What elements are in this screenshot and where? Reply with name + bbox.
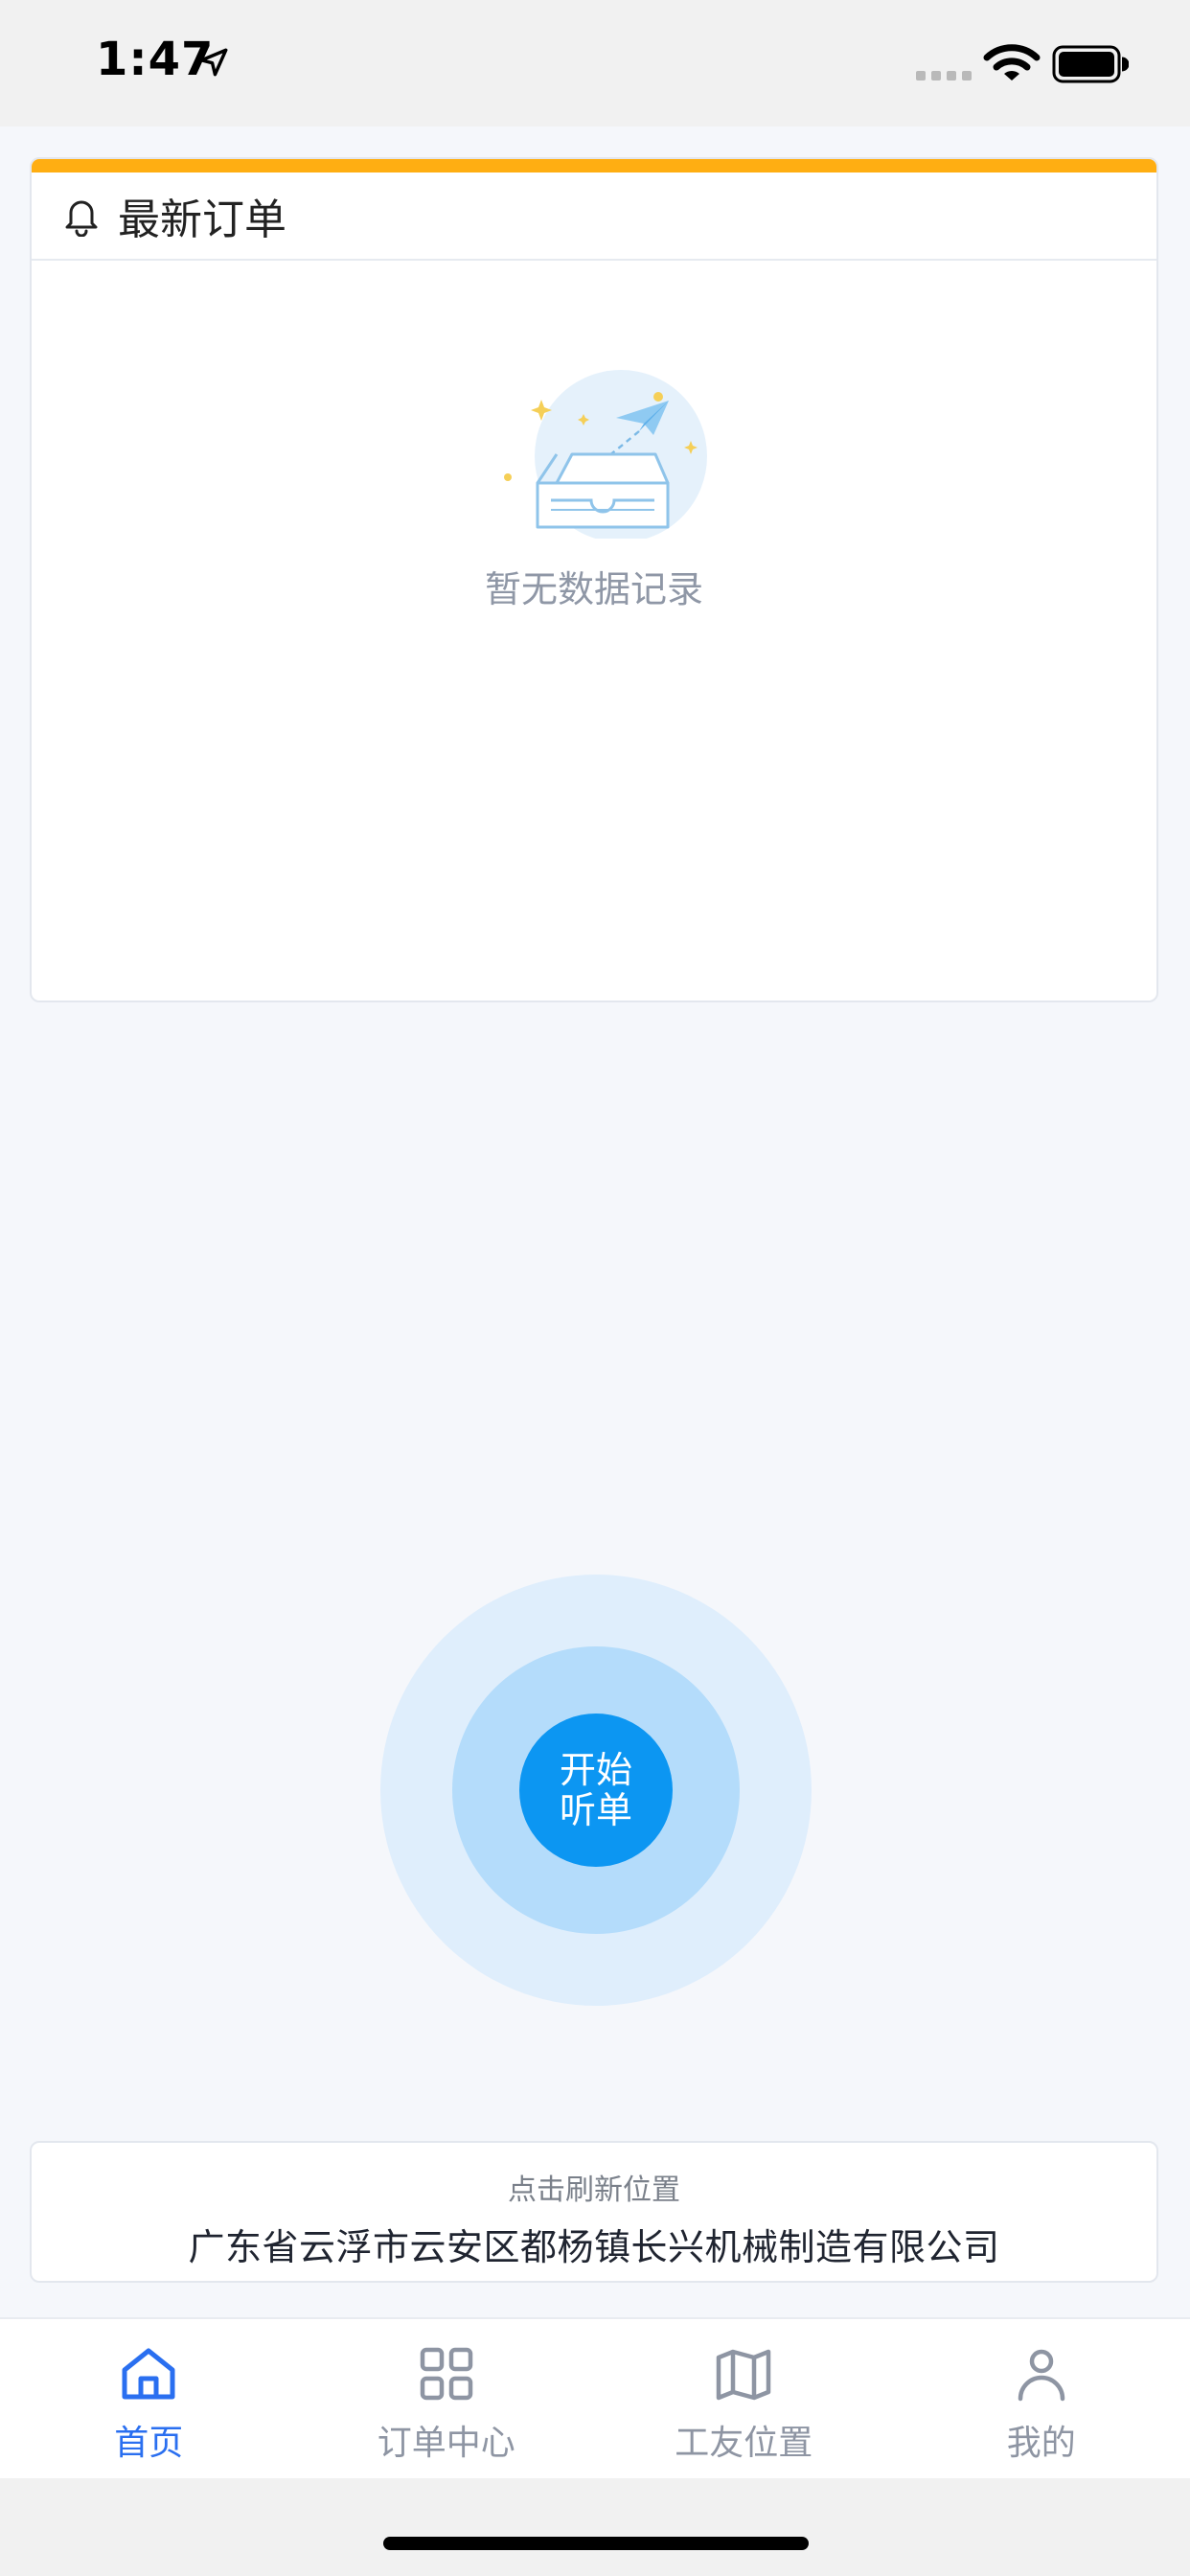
tab-worker-location[interactable]: 工友位置 bbox=[595, 2319, 893, 2478]
refresh-location-card[interactable]: 点击刷新位置 广东省云浮市云安区都杨镇长兴机械制造有限公司 bbox=[30, 2141, 1158, 2283]
orders-header: 最新订单 bbox=[32, 172, 1156, 261]
tab-order-center[interactable]: 订单中心 bbox=[298, 2319, 596, 2478]
grid-icon bbox=[420, 2347, 472, 2401]
refresh-location-hint: 点击刷新位置 bbox=[508, 2174, 680, 2207]
tab-label: 首页 bbox=[114, 2424, 184, 2463]
tab-label: 订单中心 bbox=[377, 2424, 515, 2463]
status-bar: 1:47 bbox=[0, 0, 1190, 126]
user-icon bbox=[1018, 2349, 1064, 2402]
location-arrow-icon bbox=[199, 48, 228, 77]
home-indicator[interactable] bbox=[383, 2537, 809, 2550]
wifi-icon bbox=[983, 44, 1041, 80]
card-accent-bar bbox=[32, 159, 1156, 172]
map-icon bbox=[717, 2349, 771, 2401]
empty-state-text: 暂无数据记录 bbox=[484, 568, 703, 610]
status-time: 1:47 bbox=[96, 33, 215, 86]
battery-icon bbox=[1052, 45, 1129, 83]
home-icon bbox=[122, 2348, 175, 2400]
start-listening-button[interactable]: 开始 听单 bbox=[519, 1714, 673, 1867]
tab-mine[interactable]: 我的 bbox=[893, 2319, 1190, 2478]
listen-button-line2: 听单 bbox=[559, 1789, 632, 1831]
latest-orders-card: 最新订单 暂无数据记录 bbox=[30, 157, 1158, 1002]
tab-label: 我的 bbox=[1006, 2424, 1076, 2463]
bottom-tab-bar: 首页 订单中心 工友位置 我的 bbox=[0, 2317, 1190, 2478]
current-address: 广东省云浮市云安区都杨镇长兴机械制造有限公司 bbox=[188, 2226, 1000, 2268]
bell-icon bbox=[65, 200, 98, 237]
signal-dots-icon bbox=[916, 71, 972, 80]
empty-box-illustration bbox=[504, 370, 707, 539]
tab-home[interactable]: 首页 bbox=[0, 2319, 298, 2478]
listen-button-line1: 开始 bbox=[559, 1749, 632, 1791]
orders-title: 最新订单 bbox=[118, 196, 286, 244]
home-indicator-area bbox=[0, 2478, 1190, 2576]
tab-label: 工友位置 bbox=[675, 2424, 813, 2463]
